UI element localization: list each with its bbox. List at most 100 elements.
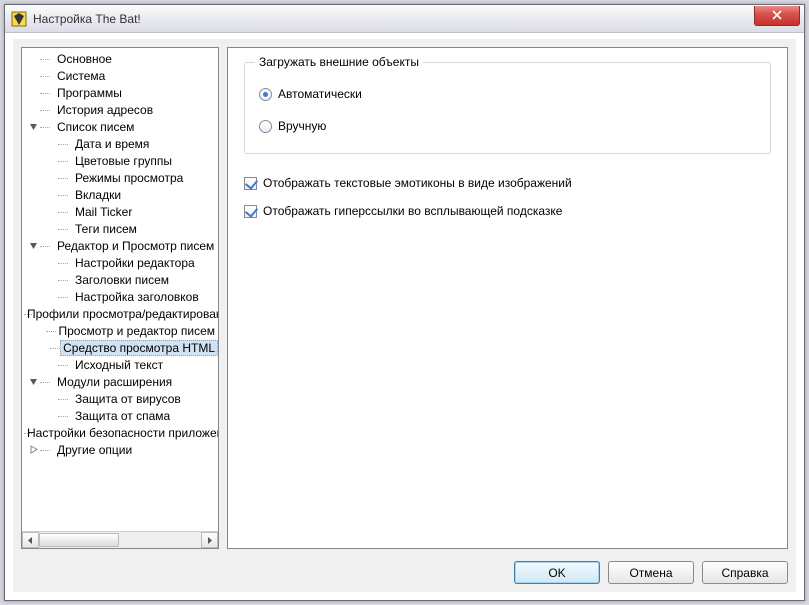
tree-leaf-marker bbox=[46, 394, 56, 404]
scroll-track[interactable] bbox=[39, 532, 201, 548]
tree-leaf-marker bbox=[46, 292, 56, 302]
tree-leaf-marker bbox=[46, 139, 56, 149]
tree-item-label: Цветовые группы bbox=[72, 154, 175, 168]
tree-item[interactable]: Профили просмотра/редактирования bbox=[22, 305, 218, 322]
collapse-icon[interactable] bbox=[28, 241, 38, 251]
button-bar: OK Отмена Справка bbox=[514, 561, 788, 584]
tree-item[interactable]: Режимы просмотра bbox=[22, 169, 218, 186]
help-button[interactable]: Справка bbox=[702, 561, 788, 584]
tree-item[interactable]: Средство просмотра HTML bbox=[22, 339, 218, 356]
checkbox-emoticons[interactable]: Отображать текстовые эмотиконы в виде из… bbox=[244, 176, 771, 190]
tree-leaf-marker bbox=[40, 343, 48, 353]
tree-item-label: Настройки редактора bbox=[72, 256, 198, 270]
tree-item-label: Режимы просмотра bbox=[72, 171, 186, 185]
tree-item-label: Теги писем bbox=[72, 222, 140, 236]
radio-auto-label: Автоматически bbox=[278, 87, 362, 101]
radio-icon bbox=[259, 88, 272, 101]
tree-leaf-marker bbox=[46, 190, 56, 200]
tree-leaf-marker bbox=[46, 156, 56, 166]
checkbox-icon bbox=[244, 205, 257, 218]
tree-item-label: Модули расширения bbox=[54, 375, 175, 389]
checkbox-hyperlinks[interactable]: Отображать гиперссылки во всплывающей по… bbox=[244, 204, 771, 218]
tree-item[interactable]: Модули расширения bbox=[22, 373, 218, 390]
tree-item-label: Вкладки bbox=[72, 188, 124, 202]
tree-item-label: Настройка заголовков bbox=[72, 290, 202, 304]
tree-item-label: История адресов bbox=[54, 103, 156, 117]
titlebar: Настройка The Bat! bbox=[5, 5, 804, 33]
tree-item-label: Просмотр и редактор писем bbox=[56, 324, 219, 338]
tree-item-label: Заголовки писем bbox=[72, 273, 172, 287]
tree-item-label: Настройки безопасности приложения bbox=[24, 426, 218, 440]
checkbox-emoticons-label: Отображать текстовые эмотиконы в виде из… bbox=[263, 176, 572, 190]
tree-item[interactable]: Вкладки bbox=[22, 186, 218, 203]
tree-item[interactable]: Редактор и Просмотр писем bbox=[22, 237, 218, 254]
client-area: Основное Система Программы История адресов С… bbox=[13, 39, 796, 592]
tree-item[interactable]: Система bbox=[22, 67, 218, 84]
tree-item[interactable]: Настройки безопасности приложения bbox=[22, 424, 218, 441]
tree-item-label: Защита от вирусов bbox=[72, 392, 184, 406]
tree-item-label: Средство просмотра HTML bbox=[60, 340, 218, 356]
scroll-left-button[interactable] bbox=[22, 532, 39, 548]
checkbox-icon bbox=[244, 177, 257, 190]
settings-window: Настройка The Bat! Основное Система Програ… bbox=[4, 4, 805, 601]
tree-item-label: Программы bbox=[54, 86, 125, 100]
cancel-button[interactable]: Отмена bbox=[608, 561, 694, 584]
tree-leaf-marker bbox=[46, 360, 56, 370]
collapse-icon[interactable] bbox=[28, 122, 38, 132]
group-title: Загружать внешние объекты bbox=[255, 55, 423, 69]
tree-item[interactable]: Программы bbox=[22, 84, 218, 101]
tree-leaf-marker bbox=[46, 224, 56, 234]
tree-item[interactable]: Цветовые группы bbox=[22, 152, 218, 169]
tree-item-label: Основное bbox=[54, 52, 115, 66]
tree-item[interactable]: Заголовки писем bbox=[22, 271, 218, 288]
tree-leaf-marker bbox=[28, 71, 38, 81]
tree-leaf-marker bbox=[28, 105, 38, 115]
radio-auto[interactable]: Автоматически bbox=[259, 87, 756, 101]
tree-item[interactable]: Другие опции bbox=[22, 441, 218, 458]
scroll-thumb[interactable] bbox=[39, 533, 119, 547]
window-title: Настройка The Bat! bbox=[33, 12, 754, 26]
ok-button[interactable]: OK bbox=[514, 561, 600, 584]
scroll-right-button[interactable] bbox=[201, 532, 218, 548]
tree-leaf-marker bbox=[46, 411, 56, 421]
tree-hscrollbar[interactable] bbox=[22, 531, 218, 548]
collapse-icon[interactable] bbox=[28, 377, 38, 387]
tree-leaf-marker bbox=[38, 326, 45, 336]
tree-item-label: Редактор и Просмотр писем bbox=[54, 239, 217, 253]
tree-item-label: Дата и время bbox=[72, 137, 152, 151]
tree-item-label: Список писем bbox=[54, 120, 137, 134]
tree-leaf-marker bbox=[28, 88, 38, 98]
tree-item[interactable]: Список писем bbox=[22, 118, 218, 135]
external-objects-group: Загружать внешние объекты Автоматически … bbox=[244, 62, 771, 154]
tree-leaf-marker bbox=[46, 258, 56, 268]
tree-item[interactable]: Настройки редактора bbox=[22, 254, 218, 271]
tree-item-label: Другие опции bbox=[54, 443, 135, 457]
radio-manual[interactable]: Вручную bbox=[259, 119, 756, 133]
tree-item-label: Система bbox=[54, 69, 108, 83]
tree-item-label: Защита от спама bbox=[72, 409, 173, 423]
tree-leaf-marker bbox=[46, 207, 56, 217]
app-icon bbox=[11, 11, 27, 27]
tree-item[interactable]: Настройка заголовков bbox=[22, 288, 218, 305]
checkbox-hyperlinks-label: Отображать гиперссылки во всплывающей по… bbox=[263, 204, 562, 218]
tree-item[interactable]: Дата и время bbox=[22, 135, 218, 152]
tree-item[interactable]: Защита от вирусов bbox=[22, 390, 218, 407]
tree-item-label: Профили просмотра/редактирования bbox=[24, 307, 218, 321]
tree-item[interactable]: Защита от спама bbox=[22, 407, 218, 424]
tree-item[interactable]: История адресов bbox=[22, 101, 218, 118]
nav-tree[interactable]: Основное Система Программы История адресов С… bbox=[22, 48, 218, 531]
radio-icon bbox=[259, 120, 272, 133]
tree-leaf-marker bbox=[46, 275, 56, 285]
content-panel: Загружать внешние объекты Автоматически … bbox=[227, 47, 788, 549]
tree-leaf-marker bbox=[46, 173, 56, 183]
tree-item-label: Mail Ticker bbox=[72, 205, 135, 219]
nav-tree-panel: Основное Система Программы История адресов С… bbox=[21, 47, 219, 549]
tree-item[interactable]: Mail Ticker bbox=[22, 203, 218, 220]
close-button[interactable] bbox=[754, 6, 800, 26]
tree-item[interactable]: Основное bbox=[22, 50, 218, 67]
tree-item[interactable]: Теги писем bbox=[22, 220, 218, 237]
expand-icon[interactable] bbox=[28, 445, 38, 455]
tree-item[interactable]: Исходный текст bbox=[22, 356, 218, 373]
tree-item[interactable]: Просмотр и редактор писем bbox=[22, 322, 218, 339]
radio-manual-label: Вручную bbox=[278, 119, 326, 133]
